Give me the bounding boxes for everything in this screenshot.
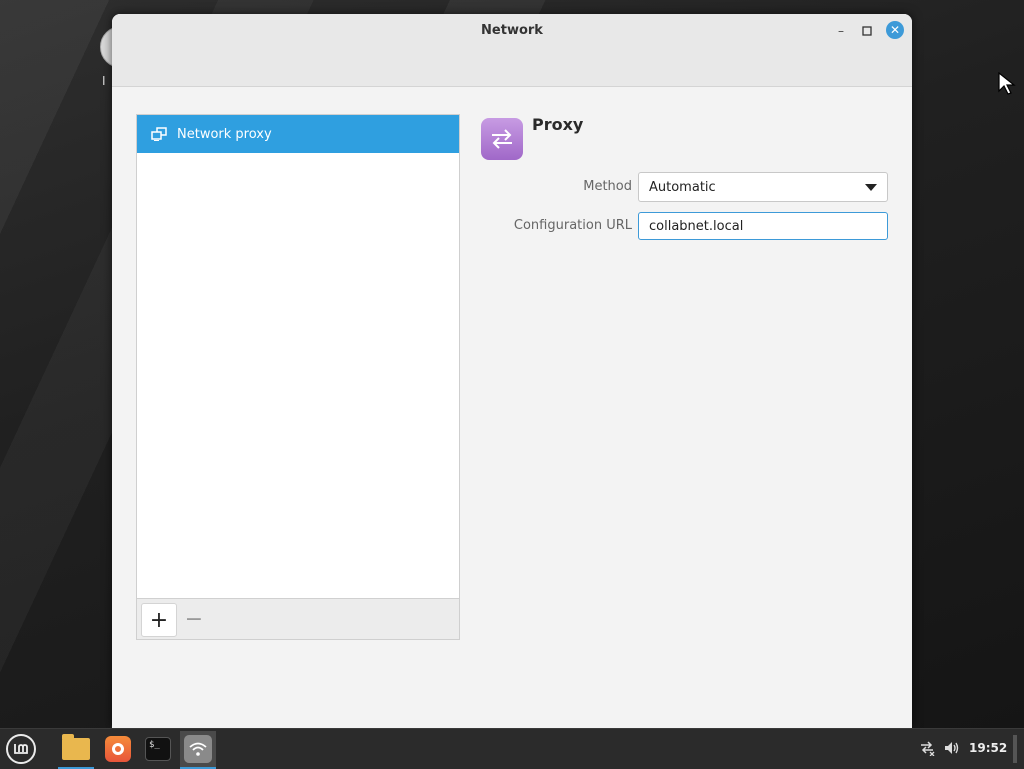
network-disconnected-icon[interactable] bbox=[918, 740, 936, 760]
files-icon bbox=[62, 734, 90, 760]
network-proxy-icon bbox=[151, 127, 167, 141]
desktop-icon-label: I bbox=[102, 74, 106, 88]
maximize-button[interactable] bbox=[858, 22, 876, 40]
clock[interactable]: 19:52 bbox=[969, 741, 1007, 755]
close-button[interactable]: ✕ bbox=[886, 21, 904, 39]
window-title: Network bbox=[481, 23, 543, 38]
files-launcher[interactable] bbox=[58, 731, 94, 769]
chevron-down-icon bbox=[865, 183, 877, 191]
method-dropdown[interactable]: Automatic bbox=[638, 172, 888, 202]
config-url-field-wrapper bbox=[638, 212, 888, 240]
config-url-field[interactable] bbox=[647, 217, 881, 235]
volume-icon[interactable] bbox=[943, 740, 961, 760]
proxy-arrows-icon bbox=[481, 118, 523, 160]
config-url-label: Configuration URL bbox=[513, 218, 632, 233]
titlebar[interactable]: Network – ✕ bbox=[112, 14, 912, 87]
firefox-launcher[interactable] bbox=[100, 731, 136, 767]
terminal-icon: $_ bbox=[145, 737, 171, 761]
proxy-list-panel: Network proxy + − bbox=[136, 114, 460, 640]
sidebar-item-label: Network proxy bbox=[177, 126, 272, 142]
method-value: Automatic bbox=[649, 179, 716, 195]
mint-menu-icon[interactable] bbox=[6, 734, 36, 764]
maximize-icon bbox=[862, 26, 872, 36]
show-desktop-button[interactable] bbox=[1013, 735, 1017, 763]
terminal-launcher[interactable]: $_ bbox=[140, 731, 176, 767]
page-title: Proxy bbox=[532, 115, 584, 134]
network-window: Network – ✕ Network proxy + − Proxy Meth… bbox=[112, 14, 912, 728]
firefox-icon bbox=[105, 736, 131, 762]
minimize-button[interactable]: – bbox=[832, 22, 850, 40]
add-button[interactable]: + bbox=[141, 603, 177, 637]
network-settings-icon bbox=[184, 735, 212, 763]
remove-button[interactable]: − bbox=[177, 603, 211, 635]
network-settings-launcher[interactable] bbox=[180, 731, 216, 769]
sidebar-item-network-proxy[interactable]: Network proxy bbox=[137, 115, 459, 153]
taskbar: $_ 19:52 bbox=[0, 728, 1024, 769]
list-toolbar: + − bbox=[137, 598, 459, 639]
method-label: Method bbox=[583, 179, 632, 194]
